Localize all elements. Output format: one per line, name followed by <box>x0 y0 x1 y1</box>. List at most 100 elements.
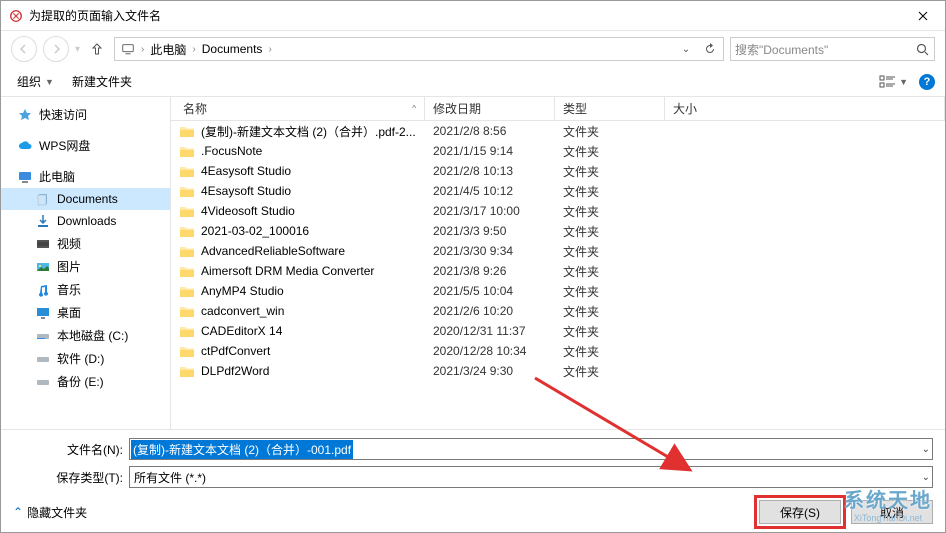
history-dropdown[interactable]: ⌄ <box>675 39 697 59</box>
file-name: .FocusNote <box>201 144 262 158</box>
folder-icon <box>179 304 195 318</box>
back-button[interactable] <box>11 36 37 62</box>
savetype-select[interactable]: 所有文件 (*.*) ⌄ <box>129 466 933 488</box>
save-button[interactable]: 保存(S) <box>759 500 841 524</box>
breadcrumb-segment[interactable]: Documents <box>202 42 263 56</box>
col-header-size[interactable]: 大小 <box>665 97 945 120</box>
recent-dropdown-chevron[interactable]: ▾ <box>75 44 80 55</box>
music-icon <box>35 282 51 298</box>
col-header-type[interactable]: 类型 <box>555 97 665 120</box>
file-date: 2021/3/3 9:50 <box>425 224 555 238</box>
hide-folders-toggle[interactable]: ⌃ 隐藏文件夹 <box>13 504 87 521</box>
file-name: CADEditorX 14 <box>201 324 282 338</box>
sidebar-downloads[interactable]: Downloads <box>1 210 170 232</box>
file-name: AdvancedReliableSoftware <box>201 244 345 258</box>
table-row[interactable]: cadconvert_win2021/2/6 10:20文件夹 <box>171 301 945 321</box>
sidebar-wps[interactable]: WPS网盘 <box>1 134 170 157</box>
file-date: 2021/3/24 9:30 <box>425 364 555 378</box>
address-bar[interactable]: › 此电脑 › Documents › ⌄ <box>114 37 724 61</box>
table-row[interactable]: (复制)-新建文本文档 (2)（合并）.pdf-2...2021/2/8 8:5… <box>171 121 945 141</box>
sidebar-videos[interactable]: 视频 <box>1 232 170 255</box>
col-header-name[interactable]: 名称^ <box>171 97 425 120</box>
folder-icon <box>179 224 195 238</box>
file-date: 2021/3/8 9:26 <box>425 264 555 278</box>
folder-icon <box>179 284 195 298</box>
file-name: ctPdfConvert <box>201 344 270 358</box>
cloud-icon <box>17 138 33 154</box>
view-icon <box>879 75 897 89</box>
table-row[interactable]: 2021-03-02_1000162021/3/3 9:50文件夹 <box>171 221 945 241</box>
sidebar-disk-e[interactable]: 备份 (E:) <box>1 370 170 393</box>
file-type: 文件夹 <box>555 143 665 160</box>
arrow-right-icon <box>50 43 62 55</box>
file-type: 文件夹 <box>555 323 665 340</box>
file-list[interactable]: (复制)-新建文本文档 (2)（合并）.pdf-2...2021/2/8 8:5… <box>171 121 945 429</box>
refresh-icon <box>703 42 717 56</box>
file-date: 2020/12/31 11:37 <box>425 324 555 338</box>
col-header-date[interactable]: 修改日期 <box>425 97 555 120</box>
chevron-down-icon: ⌄ <box>922 472 930 483</box>
file-type: 文件夹 <box>555 263 665 280</box>
table-row[interactable]: ctPdfConvert2020/12/28 10:34文件夹 <box>171 341 945 361</box>
table-row[interactable]: .FocusNote2021/1/15 9:14文件夹 <box>171 141 945 161</box>
chevron-right-icon: › <box>141 44 144 55</box>
sidebar-pictures[interactable]: 图片 <box>1 255 170 278</box>
sidebar-disk-c[interactable]: 本地磁盘 (C:) <box>1 324 170 347</box>
chevron-down-icon: ▼ <box>899 77 908 87</box>
forward-button[interactable] <box>43 36 69 62</box>
app-icon <box>9 9 23 23</box>
file-type: 文件夹 <box>555 223 665 240</box>
table-row[interactable]: CADEditorX 14 2020/12/31 11:37文件夹 <box>171 321 945 341</box>
sidebar-desktop[interactable]: 桌面 <box>1 301 170 324</box>
filename-value: (复制)-新建文本文档 (2)（合并）-001.pdf <box>131 440 353 459</box>
sidebar-quick-access[interactable]: 快速访问 <box>1 103 170 126</box>
file-type: 文件夹 <box>555 243 665 260</box>
folder-icon <box>179 244 195 258</box>
downloads-icon <box>35 213 51 229</box>
table-row[interactable]: 4Easysoft Studio2021/2/8 10:13文件夹 <box>171 161 945 181</box>
table-row[interactable]: 4Videosoft Studio2021/3/17 10:00文件夹 <box>171 201 945 221</box>
pictures-icon <box>35 259 51 275</box>
column-headers: 名称^ 修改日期 类型 大小 <box>171 97 945 121</box>
breadcrumb-segment[interactable]: 此电脑 <box>150 41 186 58</box>
star-icon <box>17 107 33 123</box>
close-icon <box>918 11 928 21</box>
new-folder-button[interactable]: 新建文件夹 <box>66 69 138 94</box>
file-type: 文件夹 <box>555 123 665 140</box>
cancel-button[interactable]: 取消 <box>851 500 933 524</box>
filename-label: 文件名(N): <box>13 441 123 458</box>
folder-icon <box>179 204 195 218</box>
chevron-up-icon: ⌃ <box>13 505 23 519</box>
sidebar-music[interactable]: 音乐 <box>1 278 170 301</box>
folder-icon <box>179 364 195 378</box>
save-form: 文件名(N): (复制)-新建文本文档 (2)（合并）-001.pdf ⌄ 保存… <box>1 429 945 492</box>
file-date: 2021/2/8 10:13 <box>425 164 555 178</box>
savetype-value: 所有文件 (*.*) <box>134 469 206 486</box>
table-row[interactable]: DLPdf2Word2021/3/24 9:30文件夹 <box>171 361 945 381</box>
chevron-down-icon: ⌄ <box>922 444 930 455</box>
sidebar-disk-d[interactable]: 软件 (D:) <box>1 347 170 370</box>
file-type: 文件夹 <box>555 203 665 220</box>
table-row[interactable]: AdvancedReliableSoftware2021/3/30 9:34文件… <box>171 241 945 261</box>
table-row[interactable]: Aimersoft DRM Media Converter2021/3/8 9:… <box>171 261 945 281</box>
table-row[interactable]: AnyMP4 Studio2021/5/5 10:04文件夹 <box>171 281 945 301</box>
close-button[interactable] <box>901 1 945 31</box>
folder-icon <box>179 184 195 198</box>
refresh-button[interactable] <box>699 39 721 59</box>
navbar: ▾ › 此电脑 › Documents › ⌄ 搜索"Documents" <box>1 31 945 67</box>
folder-icon <box>179 324 195 338</box>
filename-input[interactable]: (复制)-新建文本文档 (2)（合并）-001.pdf ⌄ <box>129 438 933 460</box>
table-row[interactable]: 4Esaysoft Studio2021/4/5 10:12文件夹 <box>171 181 945 201</box>
search-input[interactable]: 搜索"Documents" <box>730 37 935 61</box>
organize-menu[interactable]: 组织 ▼ <box>11 69 60 94</box>
arrow-left-icon <box>18 43 30 55</box>
disk-icon <box>35 328 51 344</box>
up-button[interactable] <box>86 36 108 62</box>
folder-icon <box>179 264 195 278</box>
sidebar-documents[interactable]: Documents <box>1 188 170 210</box>
file-type: 文件夹 <box>555 303 665 320</box>
help-button[interactable]: ? <box>919 74 935 90</box>
sidebar-this-pc[interactable]: 此电脑 <box>1 165 170 188</box>
file-name: 4Esaysoft Studio <box>201 184 291 198</box>
view-options-button[interactable]: ▼ <box>874 71 913 93</box>
